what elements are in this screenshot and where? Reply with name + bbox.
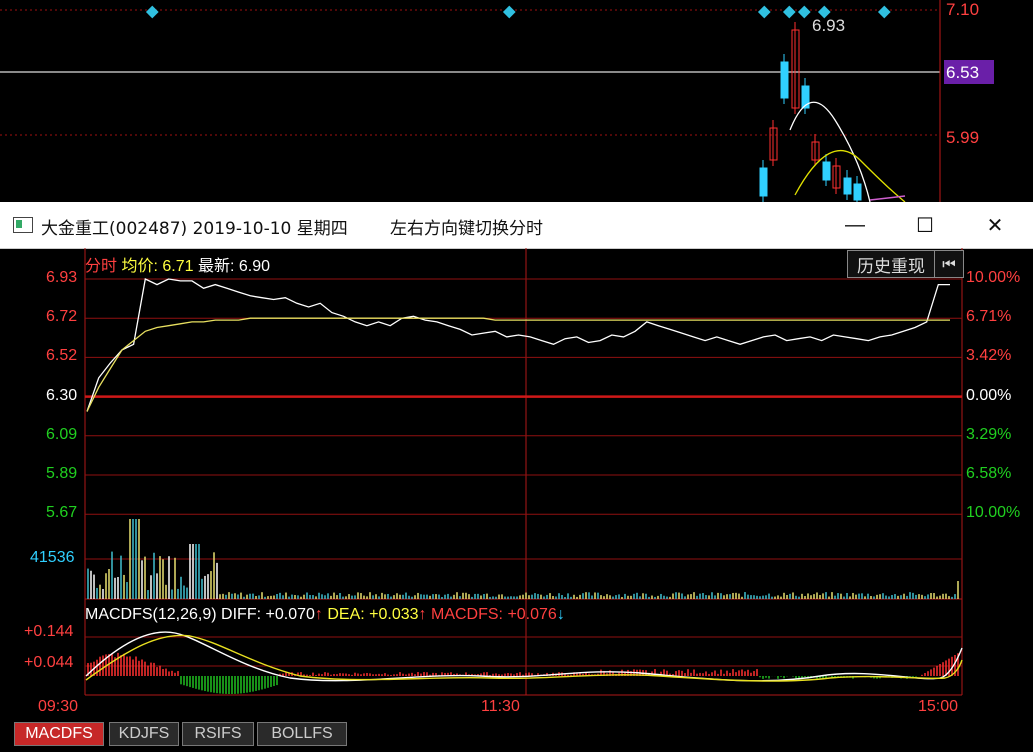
- volume-label: 41536: [30, 549, 75, 566]
- macd-name: MACDFS(12,26,9): [85, 606, 217, 623]
- price-axis-label: 6.30: [46, 386, 78, 404]
- macd-arrow-icon: ↓: [556, 606, 565, 623]
- dea-label: DEA:: [327, 606, 365, 623]
- tab-bollfs[interactable]: BOLLFS: [257, 722, 347, 746]
- candle-body: [759, 167, 768, 197]
- macd-header: MACDFS(12,26,9) DIFF: +0.070↑ DEA: +0.03…: [85, 606, 565, 624]
- signal-marker: [145, 5, 159, 19]
- percent-axis-label: 10.00%: [966, 269, 1021, 286]
- candle-body: [780, 61, 789, 99]
- percent-axis-label: 6.71%: [966, 308, 1012, 326]
- diff-label: DIFF:: [221, 606, 262, 623]
- background-kline-chart: 7.10 6.53 5.99 6.93: [0, 0, 994, 202]
- macd-label: MACDFS:: [430, 606, 503, 623]
- candle-body: [843, 177, 852, 195]
- candle-body: [853, 183, 862, 201]
- mode-label: 分时: [85, 258, 118, 275]
- latest-label: 最新:: [197, 258, 235, 275]
- price-axis-label: 6.72: [46, 308, 78, 326]
- intraday-chart[interactable]: [0, 248, 1033, 752]
- macd-value: +0.076: [507, 606, 557, 623]
- close-button[interactable]: ✕: [960, 202, 1030, 248]
- dea-arrow-icon: ↑: [418, 606, 427, 623]
- price-label: 6.53: [946, 63, 979, 82]
- signal-marker: [782, 5, 796, 19]
- time-label-close: 15:00: [918, 698, 959, 715]
- price-label: 7.10: [946, 0, 979, 19]
- tab-kdjfs[interactable]: KDJFS: [109, 722, 179, 746]
- price-line: [86, 278, 950, 412]
- app-icon: [13, 217, 33, 233]
- signal-marker: [797, 5, 811, 19]
- signal-marker: [757, 5, 771, 19]
- window-titlebar[interactable]: 大金重工(002487) 2019-10-10 星期四 左右方向键切换分时 — …: [0, 202, 1033, 249]
- high-annotation: 6.93: [812, 16, 845, 35]
- diff-line: [85, 631, 963, 682]
- intraday-window: 大金重工(002487) 2019-10-10 星期四 左右方向键切换分时 — …: [0, 202, 1033, 752]
- candle-body: [822, 161, 831, 181]
- price-axis-label: 6.09: [46, 425, 78, 443]
- avg-value: 6.71: [162, 258, 194, 275]
- percent-axis-label: 3.29%: [966, 425, 1012, 443]
- price-axis-label: 5.89: [46, 465, 78, 482]
- time-label-open: 09:30: [38, 698, 79, 715]
- macd-axis-top: +0.144: [24, 623, 74, 640]
- percent-axis-label: 6.58%: [966, 465, 1012, 482]
- tab-macdfs[interactable]: MACDFS: [14, 722, 104, 746]
- minimize-button[interactable]: —: [820, 202, 890, 248]
- diff-arrow-icon: ↑: [314, 606, 323, 623]
- percent-axis-label: 3.42%: [966, 347, 1012, 365]
- window-title: 大金重工(002487) 2019-10-10 星期四: [41, 219, 348, 239]
- history-replay-button[interactable]: 历史重现: [847, 250, 935, 278]
- diff-value: +0.070: [265, 606, 315, 623]
- maximize-button[interactable]: ☐: [890, 202, 960, 248]
- price-header: 分时 均价: 6.71 最新: 6.90: [85, 252, 270, 276]
- price-axis-label: 5.67: [46, 504, 78, 522]
- price-axis-label: 6.52: [46, 347, 78, 365]
- latest-value: 6.90: [238, 258, 271, 275]
- macd-axis-mid: +0.044: [24, 654, 74, 671]
- back-arrow-icon[interactable]: ⏮: [934, 250, 964, 278]
- avg-label: 均价:: [121, 258, 158, 275]
- percent-axis-label: 0.00%: [966, 386, 1012, 404]
- time-label-noon: 11:30: [481, 698, 520, 715]
- tab-rsifs[interactable]: RSIFS: [182, 722, 254, 746]
- dea-value: +0.033: [369, 606, 419, 623]
- window-hint: 左右方向键切换分时: [390, 219, 543, 239]
- signal-marker: [877, 5, 891, 19]
- price-label: 5.99: [946, 128, 979, 147]
- price-axis-label: 6.93: [46, 269, 78, 286]
- percent-axis-label: 10.00%: [966, 504, 1021, 522]
- signal-marker: [502, 5, 516, 19]
